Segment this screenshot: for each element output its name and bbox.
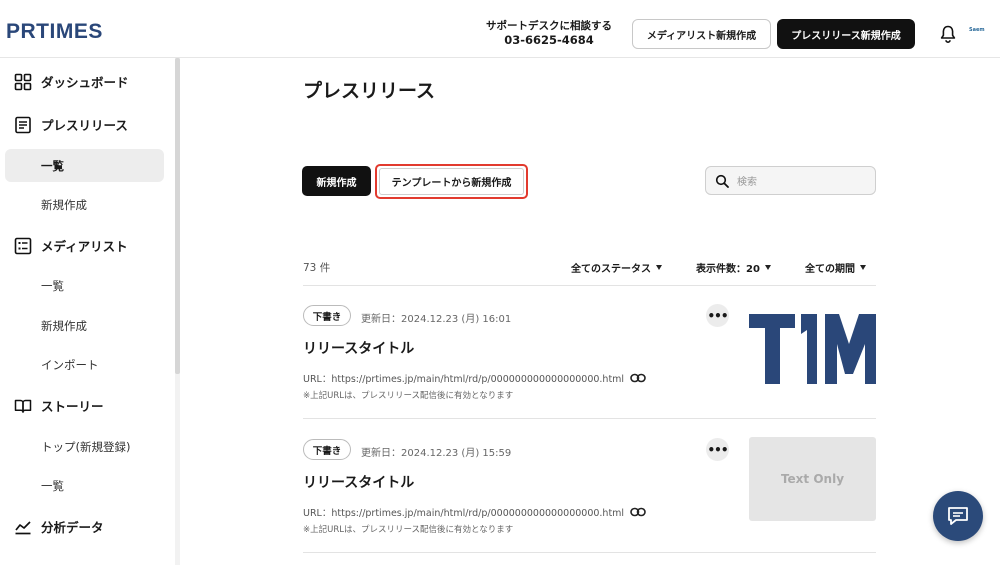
- sidebar-item-analytics[interactable]: 分析データ: [14, 517, 104, 536]
- draft-badge: 下書き: [303, 439, 351, 460]
- draft-badge: 下書き: [303, 305, 351, 326]
- updated-date: 更新日：2024.12.23 (月) 16:01: [361, 314, 512, 325]
- sidebar-item-label: ダッシュボード: [41, 75, 129, 90]
- logo-thumbnail-image: [749, 314, 876, 384]
- status-filter-label: 全てのステータス: [571, 264, 651, 275]
- updated-date: 更新日：2024.12.23 (月) 15:59: [361, 448, 512, 459]
- sidebar-item-story-list[interactable]: 一覧: [41, 478, 64, 494]
- account-avatar[interactable]: Saem: [969, 27, 985, 33]
- caret-down-icon: [860, 265, 866, 270]
- url-note: ※上記URLは、プレスリリース配信後に有効となります: [303, 525, 514, 535]
- chart-icon: [15, 520, 31, 534]
- sidebar-item-label: ストーリー: [41, 399, 104, 414]
- new-release-button[interactable]: 新規作成: [302, 166, 371, 196]
- bell-icon[interactable]: [940, 25, 956, 43]
- copy-link-icon[interactable]: [630, 507, 646, 517]
- media-list-new-button[interactable]: メディアリスト新規作成: [632, 19, 771, 49]
- list-divider: [303, 285, 876, 286]
- sidebar-item-press-new[interactable]: 新規作成: [41, 197, 87, 213]
- search-icon: [715, 174, 729, 188]
- caret-down-icon: [656, 265, 662, 270]
- sidebar-item-label: 分析データ: [41, 520, 104, 535]
- period-filter-label: 全ての期間: [805, 264, 855, 275]
- new-from-template-button[interactable]: テンプレートから新規作成: [379, 168, 524, 195]
- sidebar-item-dashboard[interactable]: ダッシュボード: [14, 72, 129, 91]
- press-release-new-button[interactable]: プレスリリース新規作成: [777, 19, 915, 49]
- sidebar-scrollbar[interactable]: [175, 58, 180, 374]
- status-filter-dropdown[interactable]: 全てのステータス: [571, 260, 662, 275]
- release-url-text: URL：https://prtimes.jp/main/html/rd/p/00…: [303, 508, 625, 519]
- period-filter-dropdown[interactable]: 全ての期間: [805, 260, 866, 275]
- search-placeholder: 検索: [737, 177, 757, 188]
- result-count: 73 件: [303, 262, 331, 274]
- per-page-label: 表示件数：20: [696, 264, 760, 275]
- support-desk-tel: 03-6625-4684: [504, 33, 594, 47]
- chat-icon: [948, 507, 968, 525]
- sidebar: [0, 58, 180, 565]
- sidebar-item-story[interactable]: ストーリー: [14, 396, 104, 415]
- chat-support-button[interactable]: [933, 491, 983, 541]
- sidebar-item-label: プレスリリース: [41, 118, 128, 133]
- url-note: ※上記URLは、プレスリリース配信後に有効となります: [303, 391, 514, 401]
- release-title[interactable]: リリースタイトル: [303, 472, 414, 492]
- book-icon: [14, 399, 32, 413]
- release-url-text: URL：https://prtimes.jp/main/html/rd/p/00…: [303, 374, 625, 385]
- release-title[interactable]: リリースタイトル: [303, 338, 414, 358]
- document-icon: [15, 116, 31, 133]
- dashboard-icon: [14, 73, 32, 90]
- sidebar-item-media-list-import[interactable]: インポート: [41, 357, 99, 373]
- release-url: URL：https://prtimes.jp/main/html/rd/p/00…: [303, 505, 646, 519]
- release-thumbnail[interactable]: Text Only: [749, 437, 876, 521]
- copy-link-icon[interactable]: [630, 373, 646, 383]
- more-options-button[interactable]: •••: [706, 438, 729, 461]
- sidebar-item-label: メディアリスト: [41, 239, 128, 254]
- release-url: URL：https://prtimes.jp/main/html/rd/p/00…: [303, 371, 646, 385]
- sidebar-item-media-list-new[interactable]: 新規作成: [41, 318, 87, 334]
- sidebar-item-label: 一覧: [41, 159, 64, 173]
- prtimes-logo[interactable]: PRTIMES: [6, 20, 103, 44]
- support-desk-label: サポートデスクに相談する: [486, 20, 612, 32]
- per-page-dropdown[interactable]: 表示件数：20: [696, 260, 771, 275]
- list-icon: [14, 237, 32, 254]
- page-title: プレスリリース: [303, 80, 436, 102]
- sidebar-item-media-list-list[interactable]: 一覧: [41, 278, 64, 294]
- list-divider: [303, 552, 876, 553]
- sidebar-item-story-top[interactable]: トップ(新規登録): [41, 439, 130, 455]
- top-header: PRTIMES サポートデスクに相談する 03-6625-4684 メディアリス…: [0, 0, 1000, 58]
- template-highlight-box: テンプレートから新規作成: [375, 164, 528, 199]
- caret-down-icon: [764, 265, 771, 270]
- release-thumbnail[interactable]: [749, 304, 876, 388]
- list-divider: [303, 418, 876, 419]
- support-desk[interactable]: サポートデスクに相談する 03-6625-4684: [478, 19, 620, 47]
- search-input[interactable]: 検索: [705, 166, 876, 195]
- sidebar-item-press-release[interactable]: プレスリリース: [14, 115, 128, 134]
- more-options-button[interactable]: •••: [706, 304, 729, 327]
- sidebar-item-media-list[interactable]: メディアリスト: [14, 236, 128, 255]
- sidebar-item-press-list[interactable]: 一覧: [5, 149, 164, 182]
